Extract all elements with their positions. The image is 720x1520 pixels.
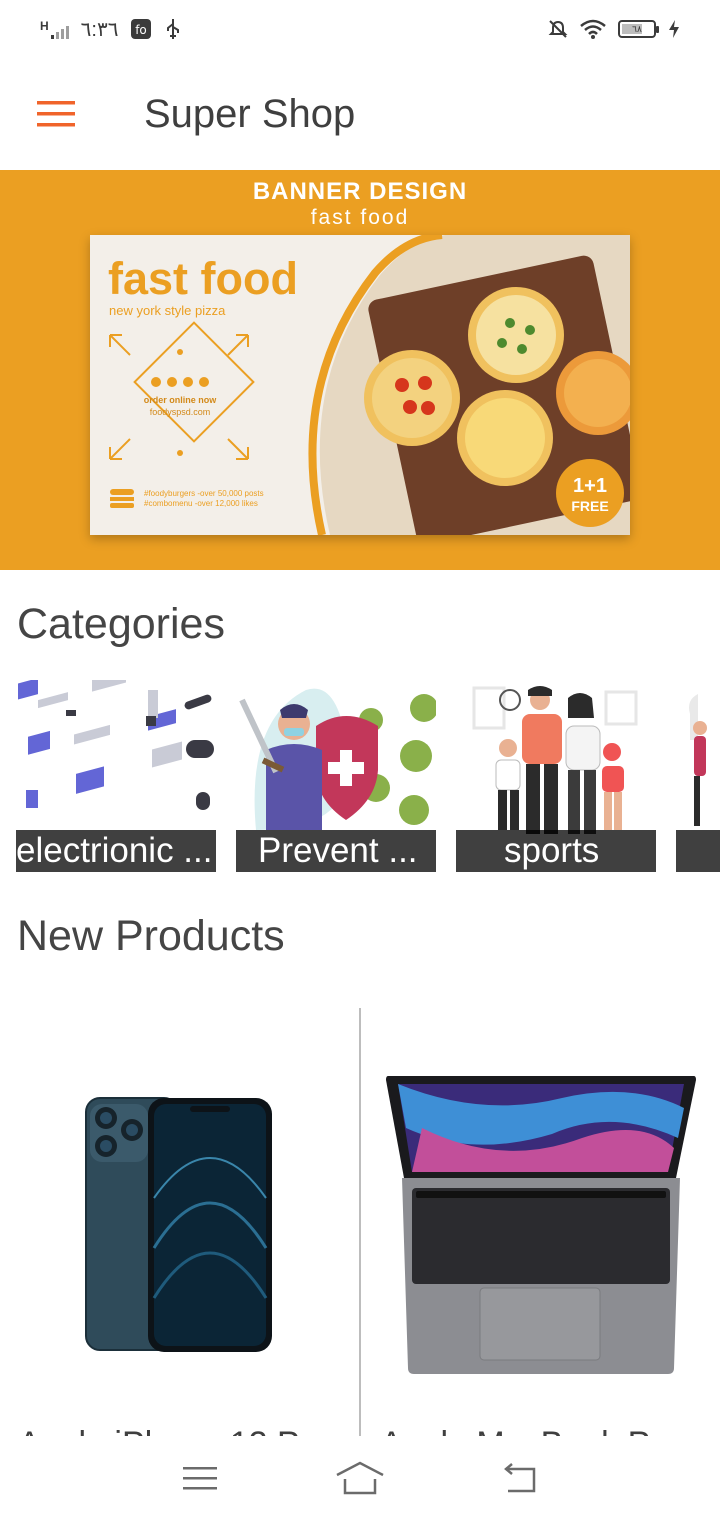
new-products-title: New Products (17, 912, 285, 960)
status-bar: H ٦:٣٦ fo ٦٨ (0, 0, 720, 58)
banner-order-line1: order online now (143, 395, 217, 405)
banner-badge-line1: 1+1 (573, 475, 607, 497)
mute-bell-icon (548, 19, 568, 39)
product-card-macbook[interactable]: Apple MacBook Pro (362, 1008, 720, 1436)
banner-card-title: fast food (108, 253, 298, 304)
back-button[interactable] (480, 1448, 560, 1508)
network-type: H (40, 19, 49, 33)
product-name: Apple iPhone 12 Pro (18, 1425, 348, 1436)
signal-indicator: H (40, 19, 69, 39)
app-bar: Super Shop (0, 58, 720, 170)
clock: ٦:٣٦ (80, 18, 119, 41)
product-name: Apple MacBook Pro (380, 1425, 710, 1436)
banner-footer-line2: #combomenu -over 12,000 likes (144, 499, 258, 508)
charging-icon (668, 19, 680, 39)
products-divider (359, 1008, 361, 1436)
status-right: ٦٨ (548, 19, 680, 39)
app-title: Super Shop (144, 91, 356, 136)
product-image-macbook (386, 1076, 696, 1374)
notification-app-icon: fo (130, 18, 152, 40)
wifi-icon (580, 19, 606, 39)
banner-card-subtitle: new york style pizza (109, 303, 226, 318)
category-tile-prevent[interactable]: Prevent ... (236, 680, 436, 872)
recent-apps-icon (183, 1467, 217, 1490)
usb-icon (164, 18, 182, 40)
product-card-iphone[interactable]: Apple iPhone 12 Pro (0, 1008, 358, 1436)
category-tile-more[interactable] (676, 680, 720, 872)
category-tile-electronics[interactable]: electrionic ... (16, 680, 216, 872)
categories-list[interactable]: electrionic ... Prevent ... sports (16, 680, 720, 872)
banner-subheading: fast food (310, 206, 410, 229)
category-label (676, 830, 720, 872)
promo-banner[interactable]: BANNER DESIGN fast food fast food new yo… (0, 170, 720, 570)
banner-card: fast food new york style pizza order onl… (90, 235, 630, 535)
recent-apps-button[interactable] (160, 1448, 240, 1508)
battery-level: ٦٨ (632, 23, 642, 34)
category-label: Prevent ... (236, 830, 436, 872)
category-label: sports (456, 830, 656, 872)
banner-order-line2: foodyspsd.com (149, 407, 211, 417)
home-button[interactable] (320, 1448, 400, 1508)
home-icon (336, 1461, 384, 1495)
category-tile-sports[interactable]: sports (456, 680, 656, 872)
banner-heading: BANNER DESIGN (252, 178, 468, 205)
product-image-iphone (85, 1097, 272, 1352)
svg-text:fo: fo (136, 23, 148, 37)
categories-title: Categories (17, 600, 225, 648)
battery-icon: ٦٨ (618, 20, 659, 38)
menu-button[interactable] (0, 58, 112, 170)
hamburger-icon (37, 101, 75, 127)
system-nav-bar (0, 1436, 720, 1520)
signal-icon (50, 19, 69, 39)
banner-badge-line2: FREE (571, 498, 609, 514)
category-label: electrionic ... (16, 830, 216, 872)
back-icon (504, 1463, 536, 1493)
status-left: H ٦:٣٦ fo (40, 17, 182, 42)
banner-header: BANNER DESIGN fast food (0, 170, 720, 230)
banner-footer-line1: #foodyburgers -over 50,000 posts (144, 489, 264, 498)
